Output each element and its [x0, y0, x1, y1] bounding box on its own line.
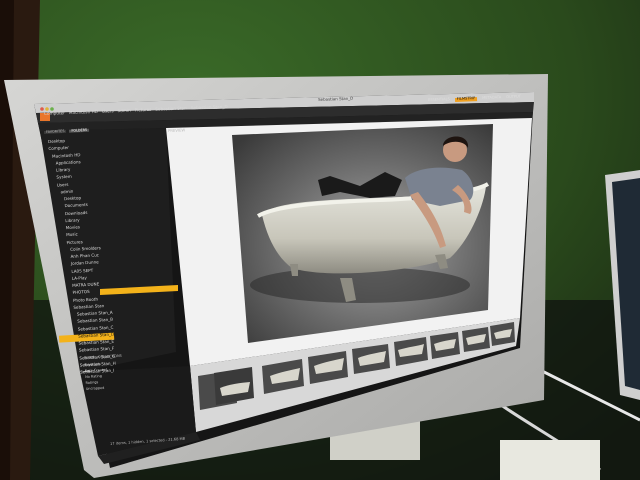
tab-collections[interactable]: COLLECTIONS [98, 354, 122, 360]
breadcrumb-item[interactable]: admin [118, 108, 131, 114]
workspace-metadata-button[interactable]: METADATA [482, 95, 501, 100]
breadcrumb-item[interactable]: Computer [44, 110, 65, 116]
breadcrumb-item[interactable]: Users [102, 108, 114, 114]
tab-filter[interactable]: FILTER [84, 355, 95, 360]
metadata-panel: FILTER COLLECTIONS Keywords Date Created… [84, 354, 124, 395]
tab-preview[interactable]: PREVIEW [168, 127, 185, 133]
workspace-output-button[interactable]: OUTPUT [506, 94, 521, 99]
breadcrumb-item[interactable]: Pictures [135, 107, 152, 113]
